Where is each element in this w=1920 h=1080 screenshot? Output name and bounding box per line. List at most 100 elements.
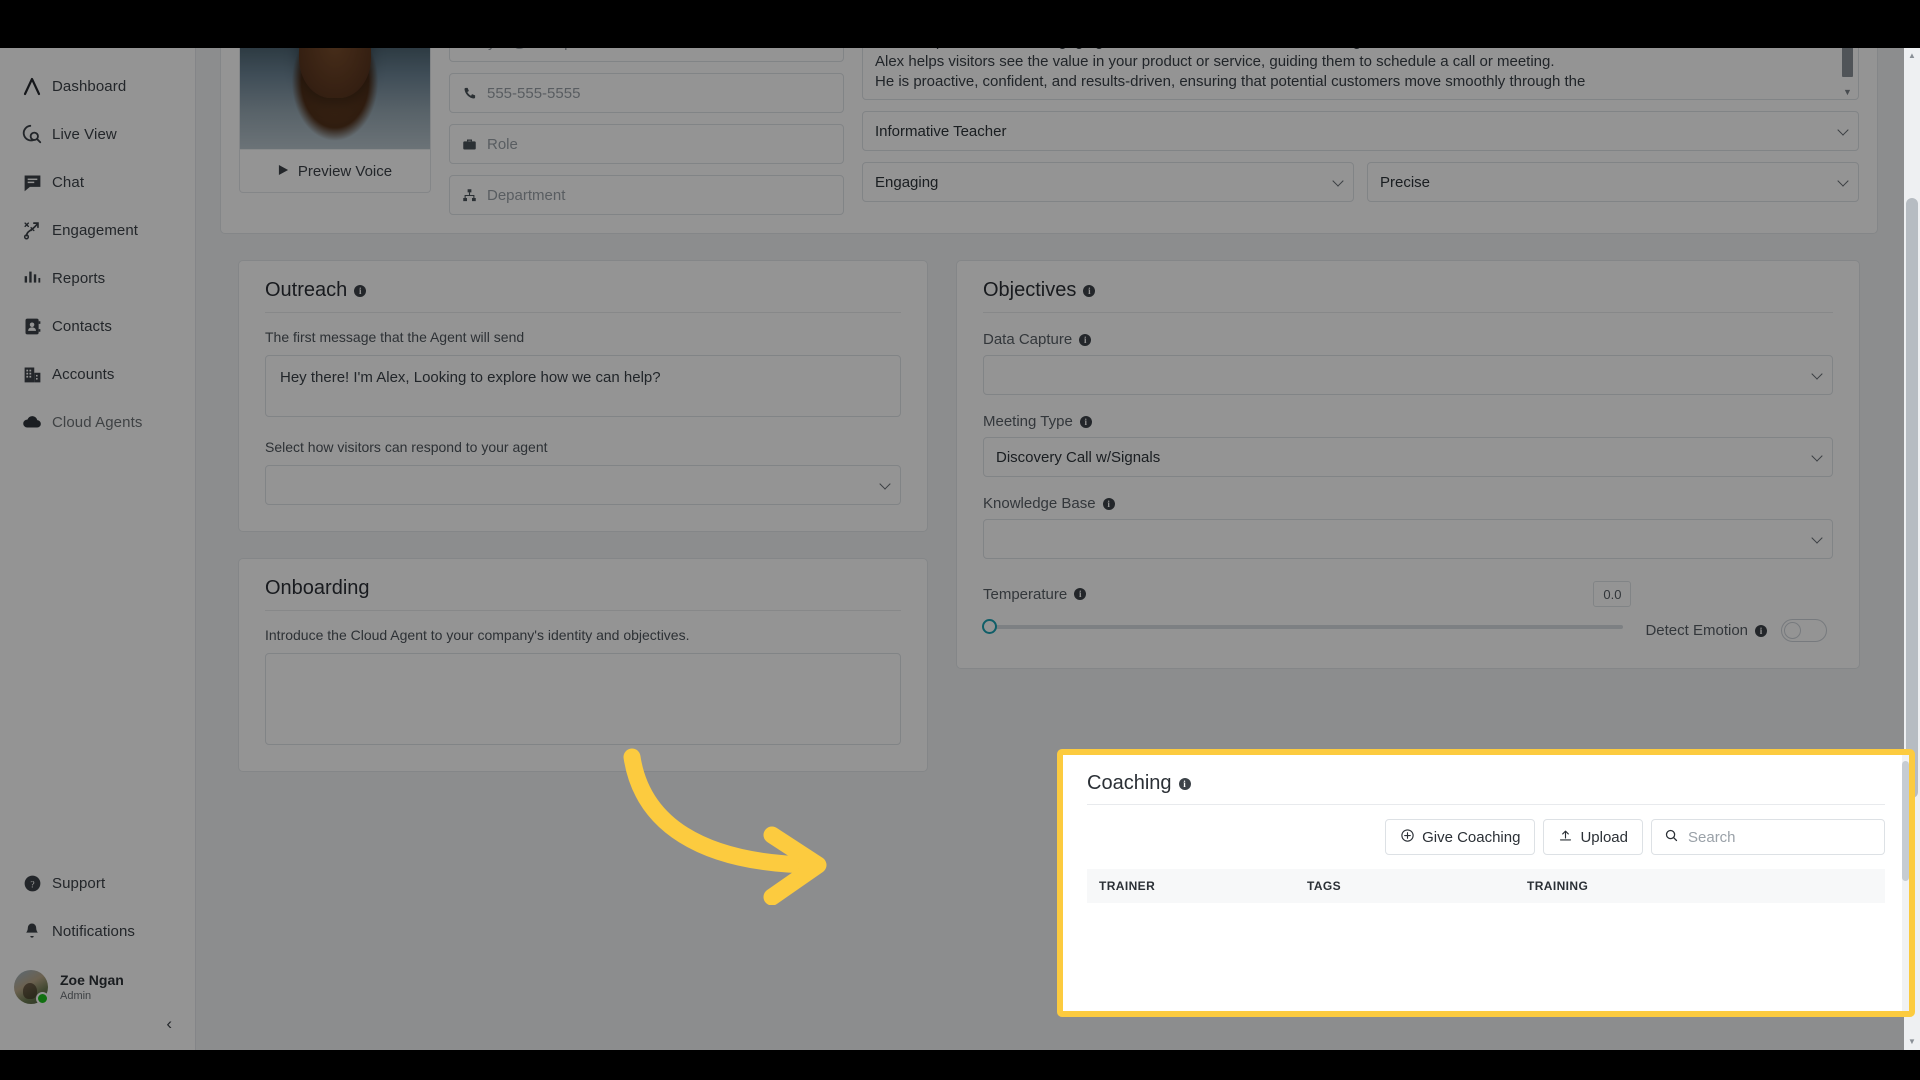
engagement-icon <box>12 219 52 241</box>
sidebar-item-engagement[interactable]: Engagement <box>0 206 195 254</box>
chevron-down-icon <box>1811 532 1823 544</box>
agent-email-field[interactable]: you@example.com <box>449 48 844 62</box>
sidebar-item-contacts[interactable]: Contacts <box>0 302 195 350</box>
letterbox-bottom <box>0 1050 1920 1080</box>
envelope-icon <box>462 48 478 50</box>
page-scrollbar-thumb[interactable] <box>1906 198 1918 798</box>
sidebar-item-label: Notifications <box>52 922 136 940</box>
sidebar-item-reports[interactable]: Reports <box>0 254 195 302</box>
preview-voice-button[interactable]: Preview Voice <box>239 149 431 193</box>
sidebar-item-cloud-agents[interactable]: Cloud Agents <box>0 398 195 446</box>
knowledge-base-select[interactable] <box>983 519 1833 559</box>
coaching-search-placeholder: Search <box>1688 828 1736 846</box>
knowledge-base-label: Knowledge Base <box>983 495 1096 512</box>
give-coaching-label: Give Coaching <box>1422 828 1521 846</box>
chevron-down-icon <box>1811 368 1823 380</box>
bell-icon <box>12 921 52 941</box>
agent-persona-select[interactable]: Informative Teacher <box>862 111 1859 151</box>
sidebar-item-live-view[interactable]: Live View <box>0 110 195 158</box>
user-role: Admin <box>60 989 92 1002</box>
coaching-card: Coaching i Give Coaching Upload Search T… <box>1063 755 1909 1011</box>
coaching-scrollbar[interactable] <box>1902 755 1909 1011</box>
agent-role-placeholder: Role <box>487 135 518 153</box>
onboarding-card: Onboarding Introduce the Cloud Agent to … <box>238 558 928 772</box>
agent-style-select[interactable]: Precise <box>1367 162 1859 202</box>
agent-photo-image <box>240 48 430 149</box>
objectives-card: Objectives i Data Capture i Meeting Type… <box>956 260 1860 669</box>
agent-phone-placeholder: 555-555-5555 <box>487 84 581 102</box>
onboarding-title-row: Onboarding <box>265 559 901 611</box>
info-icon[interactable]: i <box>1079 415 1092 428</box>
sidebar-item-support[interactable]: ? Support <box>0 859 196 907</box>
search-icon <box>1664 828 1679 847</box>
coaching-scrollbar-thumb[interactable] <box>1902 761 1909 881</box>
sidebar-item-chat[interactable]: Chat <box>0 158 195 206</box>
info-icon[interactable]: i <box>1102 497 1115 510</box>
upload-button[interactable]: Upload <box>1543 819 1643 855</box>
scroll-down-icon[interactable]: ▼ <box>1843 88 1852 97</box>
data-capture-label-row: Data Capture i <box>983 331 1833 348</box>
sidebar-item-label: Support <box>52 874 106 892</box>
agent-phone-field[interactable]: 555-555-5555 <box>449 73 844 113</box>
info-icon[interactable]: i <box>1079 333 1092 346</box>
info-icon[interactable]: i <box>1074 588 1087 600</box>
temperature-value[interactable]: 0.0 <box>1593 581 1632 607</box>
meeting-type-select[interactable]: Discovery Call w/Signals <box>983 437 1833 477</box>
sidebar-item-label: Cloud Agents <box>52 413 143 431</box>
agent-bio-textarea[interactable]: Alex is a persuasive and engaging sales … <box>862 48 1859 100</box>
coaching-title: Coaching <box>1087 772 1172 794</box>
sidebar-item-label: Dashboard <box>52 77 127 95</box>
bio-scrollbar[interactable]: ▲ ▼ <box>1840 48 1855 97</box>
chevron-down-icon <box>1332 175 1344 187</box>
agent-tone-select[interactable]: Engaging <box>862 162 1354 202</box>
user-profile[interactable]: Zoe Ngan Admin <box>0 959 196 1015</box>
column-header-tags: TAGS <box>1307 879 1342 893</box>
slider-handle[interactable] <box>982 619 997 634</box>
chevron-down-icon <box>1837 175 1849 187</box>
agent-role-field[interactable]: Role <box>449 124 844 164</box>
scroll-down-icon[interactable]: ▼ <box>1908 1038 1916 1046</box>
agent-photo[interactable] <box>239 48 431 149</box>
agent-fields-column: Alex you@example.com 555-5 <box>449 48 844 215</box>
scrollbar-thumb[interactable] <box>1842 48 1853 77</box>
knowledge-base-label-row: Knowledge Base i <box>983 495 1833 512</box>
info-icon[interactable]: i <box>1083 284 1096 297</box>
info-icon[interactable]: i <box>1178 777 1191 790</box>
sidebar-item-notifications[interactable]: Notifications <box>0 907 196 955</box>
outreach-respond-select[interactable] <box>265 465 901 505</box>
temperature-slider[interactable] <box>982 619 1624 634</box>
agent-bio-line: He is proactive, confident, and results-… <box>875 73 1586 90</box>
agent-bio-line: Alex helps visitors see the value in you… <box>875 53 1555 70</box>
org-chart-icon <box>462 188 477 203</box>
onboarding-textarea[interactable] <box>265 653 901 745</box>
agent-email-placeholder: you@example.com <box>488 48 617 51</box>
column-header-trainer: TRAINER <box>1099 879 1156 893</box>
collapse-sidebar-button[interactable]: ‹ <box>166 1015 172 1032</box>
outreach-first-message-input[interactable]: Hey there! I'm Alex, Looking to explore … <box>265 355 901 417</box>
temperature-control: Temperature i 0.0 <box>982 581 1632 634</box>
agent-persona-value: Informative Teacher <box>875 122 1007 140</box>
coaching-highlight-frame: Coaching i Give Coaching Upload Search T… <box>1057 749 1915 1017</box>
agent-department-field[interactable]: Department <box>449 175 844 215</box>
sidebar-item-label: Live View <box>52 125 117 143</box>
temperature-label: Temperature <box>983 585 1068 603</box>
sidebar-item-dashboard[interactable]: Dashboard <box>0 62 195 110</box>
temperature-label-row: Temperature i <box>983 585 1087 603</box>
contacts-icon <box>12 316 52 337</box>
sidebar-item-accounts[interactable]: Accounts <box>0 350 195 398</box>
column-header-training: TRAINING <box>1527 879 1589 893</box>
coaching-title-row: Coaching i <box>1087 755 1885 805</box>
detect-emotion-toggle[interactable] <box>1781 619 1827 642</box>
help-circle-icon: ? <box>12 873 52 894</box>
coaching-search-input[interactable]: Search <box>1651 819 1885 855</box>
give-coaching-button[interactable]: Give Coaching <box>1385 819 1536 855</box>
info-icon[interactable]: i <box>354 284 367 297</box>
data-capture-select[interactable] <box>983 355 1833 395</box>
scroll-up-icon[interactable]: ▲ <box>1908 52 1916 60</box>
upload-label: Upload <box>1580 828 1628 846</box>
phone-icon <box>462 86 477 101</box>
chevron-down-icon <box>879 478 891 490</box>
live-view-icon <box>12 123 52 145</box>
info-icon[interactable]: i <box>1755 624 1767 637</box>
sidebar-item-label: Engagement <box>52 221 139 239</box>
